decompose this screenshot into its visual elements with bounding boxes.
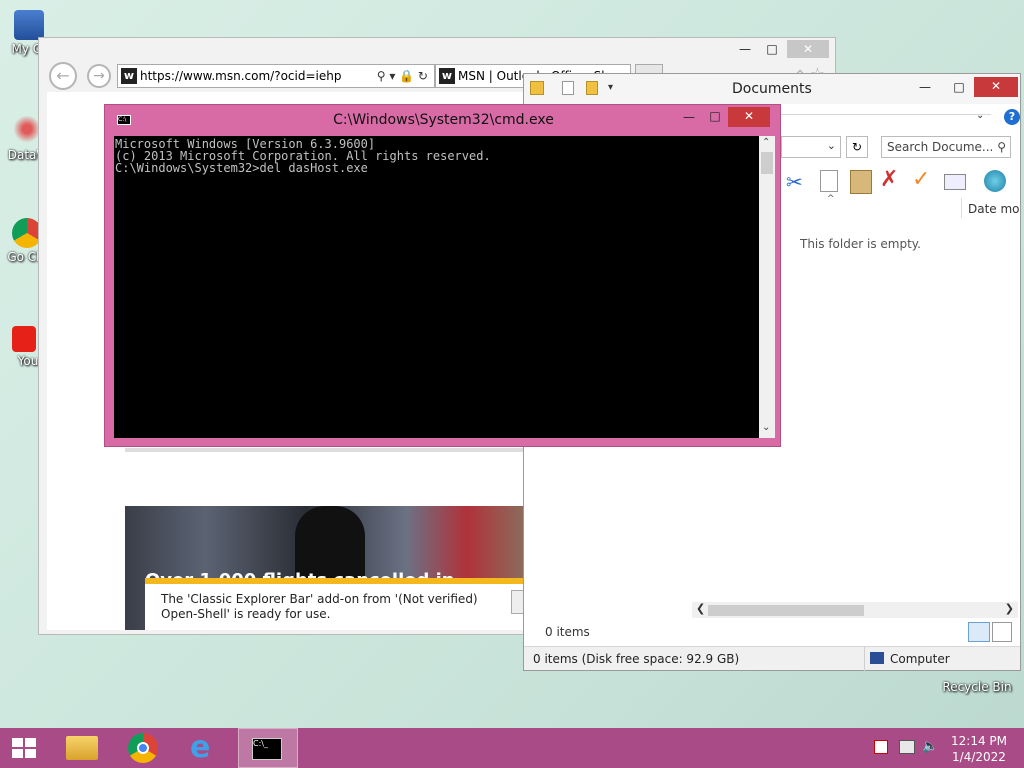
- address-url: https://www.msn.com/?ocid=iehp: [140, 69, 342, 83]
- clock-time[interactable]: 12:14 PM: [944, 734, 1014, 748]
- divider: [781, 114, 991, 115]
- status-bar: 0 items (Disk free space: 92.9 GB) Compu…: [524, 646, 1020, 671]
- empty-folder-message: This folder is empty.: [800, 237, 921, 251]
- chevron-down-icon: ⌄: [826, 139, 836, 152]
- search-input[interactable]: Search Docume... ⚲: [881, 136, 1011, 158]
- paste-icon[interactable]: [850, 170, 872, 194]
- maximize-button[interactable]: □: [702, 107, 728, 125]
- status-divider: [864, 647, 865, 671]
- taskbar: e C:\_ 🔈 12:14 PM 1/4/2022: [0, 728, 1024, 768]
- cut-icon[interactable]: ✂: [786, 170, 803, 194]
- taskbar-internet-explorer[interactable]: e: [176, 728, 236, 768]
- address-dropdown[interactable]: ⌄: [781, 136, 841, 158]
- back-arrow-icon[interactable]: ←: [49, 62, 77, 90]
- notification-bar: The 'Classic Explorer Bar' add-on from '…: [145, 578, 527, 630]
- scrollbar-thumb[interactable]: [708, 605, 864, 616]
- quick-access-dropdown-icon[interactable]: ▾: [608, 82, 613, 93]
- minimize-button[interactable]: —: [732, 40, 758, 58]
- properties-icon[interactable]: [562, 81, 574, 95]
- start-button[interactable]: [0, 728, 48, 768]
- chrome-icon: [128, 733, 158, 763]
- items-count: 0 items: [545, 625, 590, 639]
- taskbar-chrome[interactable]: [114, 728, 174, 768]
- scroll-down-icon[interactable]: ⌄: [762, 422, 770, 433]
- delete-icon[interactable]: ✗: [880, 167, 898, 192]
- cmd-icon: C:\_: [252, 738, 282, 760]
- maximize-button[interactable]: □: [946, 78, 972, 96]
- network-icon[interactable]: [899, 740, 915, 754]
- desktop-icon-label: You: [17, 354, 39, 368]
- close-button[interactable]: ✕: [974, 77, 1018, 97]
- chevron-down-icon[interactable]: ⌄: [976, 110, 984, 121]
- explorer-title: Documents: [732, 81, 812, 97]
- cmd-window[interactable]: C:\ C:\Windows\System32\cmd.exe — □ ✕ Mi…: [104, 104, 781, 447]
- computer-icon: [14, 10, 44, 40]
- search-placeholder: Search Docume...: [887, 140, 994, 154]
- shell-icon[interactable]: [984, 170, 1006, 192]
- check-icon[interactable]: ✓: [912, 167, 930, 192]
- taskbar-cmd[interactable]: C:\_: [238, 728, 298, 768]
- search-lock-refresh-icons[interactable]: ⚲ ▾ 🔒 ↻: [377, 65, 428, 87]
- notification-line-2: Open-Shell' is ready for use.: [161, 607, 331, 621]
- close-button[interactable]: ✕: [787, 40, 829, 58]
- windows-logo-icon: [12, 738, 36, 758]
- scroll-up-icon[interactable]: ⌃: [762, 137, 770, 148]
- folder-icon: [66, 736, 98, 760]
- folder-icon: [530, 81, 544, 95]
- console-output[interactable]: Microsoft Windows [Version 6.3.9600] (c) …: [114, 136, 759, 438]
- scrollbar-thumb[interactable]: [761, 152, 773, 174]
- internet-explorer-icon: e: [190, 730, 211, 765]
- vertical-scrollbar[interactable]: ⌃ ⌄: [759, 136, 775, 438]
- taskbar-file-explorer[interactable]: [52, 728, 112, 768]
- copy-icon[interactable]: [820, 170, 838, 192]
- minimize-button[interactable]: —: [912, 78, 938, 96]
- status-right: Computer: [890, 652, 950, 666]
- close-button[interactable]: ✕: [728, 107, 770, 127]
- large-icons-view-icon[interactable]: [992, 622, 1012, 642]
- msn-favicon-icon: w: [439, 68, 455, 84]
- new-folder-icon[interactable]: [586, 81, 598, 95]
- youtube-icon: [12, 326, 36, 352]
- maximize-button[interactable]: □: [759, 40, 785, 58]
- volume-muted-icon[interactable]: 🔈: [922, 739, 938, 754]
- action-center-flag-icon[interactable]: [874, 740, 888, 754]
- forward-arrow-icon[interactable]: →: [87, 64, 111, 88]
- search-icon: ⚲: [997, 140, 1006, 154]
- msn-favicon-icon: w: [121, 68, 137, 84]
- help-icon[interactable]: ?: [1004, 109, 1020, 125]
- desktop-icon-label: Recycle Bin: [942, 680, 1012, 694]
- explorer-titlebar: ▾ Documents — □ ✕: [524, 74, 1020, 104]
- scroll-left-icon[interactable]: ❮: [696, 602, 705, 615]
- refresh-icon[interactable]: ↻: [846, 136, 868, 158]
- minimize-button[interactable]: —: [676, 108, 702, 126]
- sort-caret-icon: ^: [827, 194, 835, 204]
- column-divider: [961, 198, 962, 218]
- column-header-date-modified[interactable]: Date mo: [968, 202, 1020, 216]
- clock-date[interactable]: 1/4/2022: [944, 750, 1014, 764]
- rename-icon[interactable]: [944, 174, 966, 190]
- details-view-icon[interactable]: [968, 622, 990, 642]
- address-bar[interactable]: w https://www.msn.com/?ocid=iehp ⚲ ▾ 🔒 ↻: [117, 64, 435, 88]
- computer-icon: [870, 652, 884, 664]
- console-line: C:\Windows\System32>del dasHost.exe: [115, 161, 368, 175]
- status-left: 0 items (Disk free space: 92.9 GB): [533, 652, 740, 666]
- notification-line-1: The 'Classic Explorer Bar' add-on from '…: [161, 592, 478, 606]
- horizontal-scrollbar[interactable]: ❮ ❯: [692, 602, 1018, 618]
- divider: [125, 448, 527, 452]
- scroll-right-icon[interactable]: ❯: [1005, 602, 1014, 615]
